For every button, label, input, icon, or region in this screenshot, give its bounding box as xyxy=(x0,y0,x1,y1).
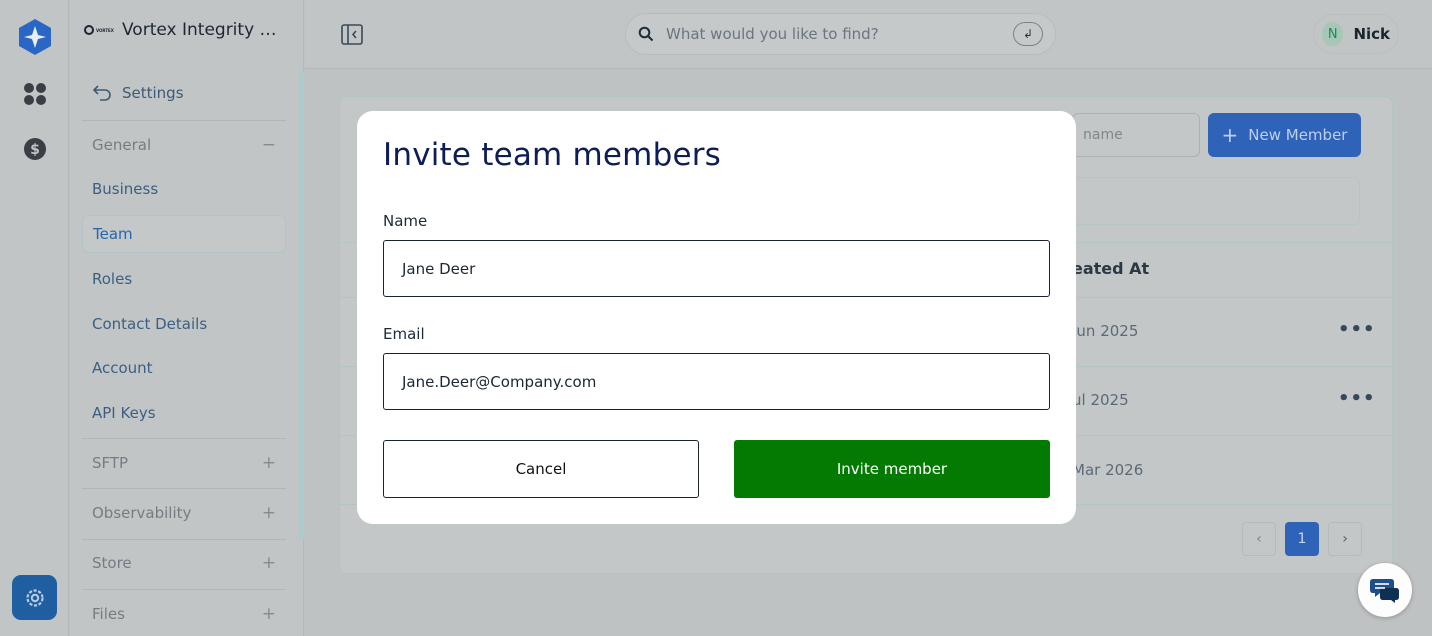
back-label: Settings xyxy=(122,84,184,102)
row-menu-icon[interactable]: ••• xyxy=(1338,388,1376,409)
settings-sidebar: VORTEX Vortex Integrity S... Settings Ge… xyxy=(70,0,304,636)
settings-gear-icon xyxy=(25,588,44,607)
expand-plus-icon: + xyxy=(261,553,276,573)
created-at-cell: Mar 2026 xyxy=(1072,461,1144,479)
chat-bubbles-icon xyxy=(1370,579,1399,603)
nav-group-sftp[interactable]: SFTP + xyxy=(82,445,286,481)
sidebar-scrollbar[interactable] xyxy=(299,70,304,540)
email-field[interactable]: Jane.Deer@Company.com xyxy=(383,353,1050,410)
new-member-button[interactable]: + New Member xyxy=(1208,113,1361,157)
billing-dollar-icon[interactable]: $ xyxy=(23,137,47,161)
nav-group-label: General xyxy=(92,136,152,154)
settings-gear-button[interactable] xyxy=(12,575,57,620)
pagination-prev-button[interactable]: ‹ xyxy=(1242,522,1276,556)
divider xyxy=(82,438,286,439)
user-menu[interactable]: N Nick xyxy=(1313,14,1399,54)
collapse-minus-icon: − xyxy=(261,135,276,155)
sidebar-collapse-icon[interactable] xyxy=(341,24,363,45)
column-header-created-at[interactable]: eated At xyxy=(1072,259,1149,278)
filter-box[interactable] xyxy=(1072,177,1360,225)
chat-support-button[interactable] xyxy=(1358,563,1412,617)
sidebar-item-roles[interactable]: Roles xyxy=(82,260,286,298)
row-menu-icon[interactable]: ••• xyxy=(1338,319,1376,340)
divider xyxy=(82,488,286,489)
sidebar-item-label: Roles xyxy=(92,270,133,288)
enter-key-icon: ↲ xyxy=(1013,22,1043,46)
sidebar-item-label: Account xyxy=(92,359,153,377)
icon-rail: $ xyxy=(0,0,69,636)
sidebar-item-contact-details[interactable]: Contact Details xyxy=(82,305,286,343)
sidebar-item-team[interactable]: Team xyxy=(82,215,286,253)
sidebar-item-api-keys[interactable]: API Keys xyxy=(82,394,286,432)
name-label: Name xyxy=(383,212,428,230)
created-at-cell: Jun 2025 xyxy=(1072,322,1139,340)
expand-plus-icon: + xyxy=(261,503,276,523)
expand-plus-icon: + xyxy=(261,453,276,473)
nav-group-label: Store xyxy=(92,554,132,572)
back-arrow-icon xyxy=(92,85,111,101)
search-input[interactable]: What would you like to find? xyxy=(666,25,1013,43)
sidebar-item-label: API Keys xyxy=(92,404,156,422)
email-label: Email xyxy=(383,325,425,343)
nav-group-label: SFTP xyxy=(92,454,129,472)
app-logo-icon[interactable] xyxy=(17,18,53,56)
svg-text:$: $ xyxy=(30,142,40,158)
modal-title: Invite team members xyxy=(383,137,722,173)
nav-group-label: Files xyxy=(92,605,125,623)
invite-team-members-modal: Invite team members Name Jane Deer Email… xyxy=(357,111,1076,524)
brand-logo-icon: VORTEX xyxy=(84,24,114,36)
name-field[interactable]: Jane Deer xyxy=(383,240,1050,297)
user-name: Nick xyxy=(1353,25,1390,43)
nav-group-observability[interactable]: Observability + xyxy=(82,495,286,531)
sidebar-item-account[interactable]: Account xyxy=(82,349,286,387)
sidebar-item-business[interactable]: Business xyxy=(82,170,286,208)
plus-icon: + xyxy=(1221,123,1239,147)
nav-group-store[interactable]: Store + xyxy=(82,545,286,581)
nav-group-files[interactable]: Files + xyxy=(82,596,286,632)
invite-member-button[interactable]: Invite member xyxy=(734,440,1050,498)
brand-title: Vortex Integrity S... xyxy=(122,20,282,40)
global-search[interactable]: What would you like to find? ↲ xyxy=(625,13,1056,55)
member-name-search-input[interactable]: name xyxy=(1072,113,1200,157)
new-member-label: New Member xyxy=(1248,126,1348,144)
nav-group-label: Observability xyxy=(92,504,192,522)
cancel-button[interactable]: Cancel xyxy=(383,440,699,498)
expand-plus-icon: + xyxy=(261,604,276,624)
search-icon xyxy=(638,26,654,42)
divider xyxy=(82,120,286,121)
sidebar-item-label: Contact Details xyxy=(92,315,208,333)
avatar: N xyxy=(1322,22,1344,46)
divider xyxy=(82,589,286,590)
pagination-next-button[interactable]: › xyxy=(1328,522,1362,556)
back-to-settings-link[interactable]: Settings xyxy=(92,84,184,102)
pagination-page-button[interactable]: 1 xyxy=(1285,522,1319,556)
nav-group-general[interactable]: General − xyxy=(82,127,286,163)
sidebar-item-label: Team xyxy=(93,225,133,243)
top-bar: What would you like to find? ↲ N Nick xyxy=(305,0,1432,69)
brand: VORTEX Vortex Integrity S... xyxy=(84,20,282,40)
created-at-cell: ul 2025 xyxy=(1072,391,1129,409)
divider xyxy=(82,539,286,540)
sidebar-item-label: Business xyxy=(92,180,159,198)
apps-grid-icon[interactable] xyxy=(23,82,47,106)
